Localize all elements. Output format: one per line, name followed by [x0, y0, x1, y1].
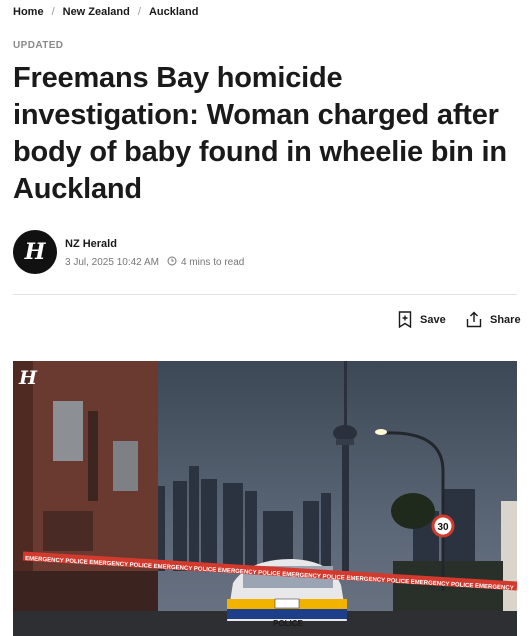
share-label: Share	[490, 313, 521, 326]
police-car-text: POLICE	[273, 619, 303, 628]
breadcrumb-new-zealand-link[interactable]: New Zealand	[63, 6, 130, 18]
updated-label: UPDATED	[13, 40, 64, 51]
share-icon	[466, 311, 482, 328]
crime-scene-photo: 30 POLICE EMERGENCY POLICE EMERGENCY POL…	[13, 361, 517, 636]
bookmark-add-icon	[398, 311, 412, 328]
save-button[interactable]: Save	[398, 311, 446, 328]
nz-herald-logo-icon: H	[24, 239, 46, 265]
divider	[13, 294, 517, 295]
article-meta: 3 Jul, 2025 10:42 AM 4 mins to read	[65, 256, 244, 269]
author-avatar[interactable]: H	[13, 230, 57, 274]
breadcrumb-home-link[interactable]: Home	[13, 6, 44, 18]
author-name[interactable]: NZ Herald	[65, 238, 117, 250]
breadcrumb-auckland-link[interactable]: Auckland	[149, 6, 199, 18]
article-headline: Freemans Bay homicide investigation: Wom…	[13, 62, 507, 205]
speed-limit-sign: 30	[437, 522, 449, 533]
breadcrumb-separator: /	[51, 6, 55, 18]
breadcrumb-separator: /	[137, 6, 141, 18]
breadcrumb: Home / New Zealand / Auckland	[13, 5, 198, 19]
share-button[interactable]: Share	[466, 311, 521, 328]
save-label: Save	[420, 313, 446, 326]
read-time: 4 mins to read	[180, 257, 245, 268]
clock-icon	[167, 256, 177, 269]
hero-image[interactable]: 30 POLICE EMERGENCY POLICE EMERGENCY POL…	[13, 361, 517, 636]
publish-date: 3 Jul, 2025 10:42 AM	[65, 257, 159, 268]
nz-herald-watermark-icon: H	[19, 367, 37, 389]
